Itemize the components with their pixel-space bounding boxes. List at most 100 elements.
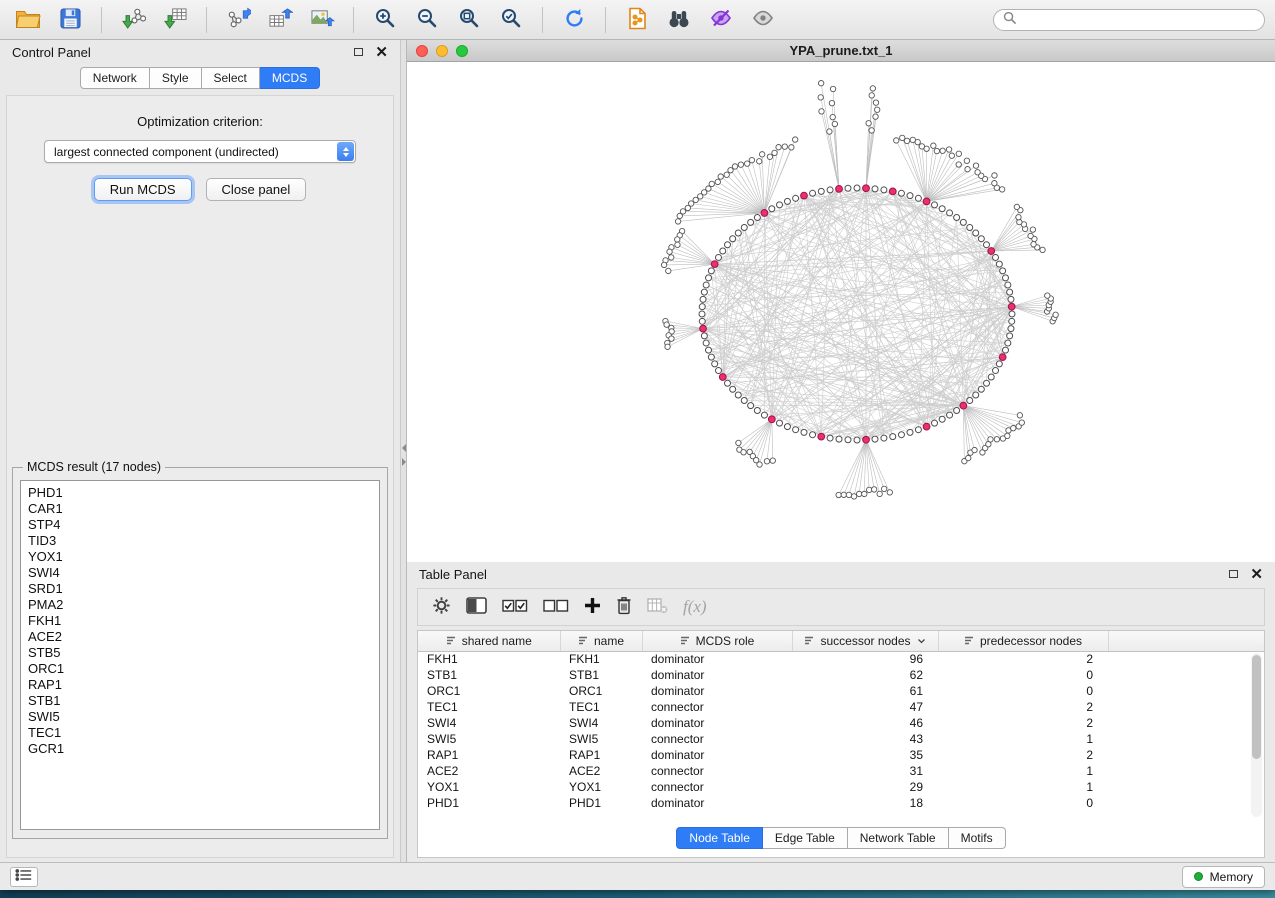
cell-predecessor-nodes[interactable]: 2 — [938, 699, 1108, 715]
export-network-button[interactable] — [220, 4, 256, 36]
export-image-button[interactable] — [304, 4, 340, 36]
cell-predecessor-nodes[interactable]: 2 — [938, 651, 1108, 667]
export-table-button[interactable] — [262, 4, 298, 36]
zoom-selected-button[interactable] — [493, 4, 529, 36]
tab-network[interactable]: Network — [80, 67, 150, 89]
mcds-result-item[interactable]: SRD1 — [28, 581, 372, 597]
select-all-columns-button[interactable] — [502, 593, 528, 621]
table-row[interactable]: ACE2ACE2connector311 — [418, 763, 1264, 779]
panel-splitter[interactable] — [400, 40, 407, 862]
cell-name[interactable]: YOX1 — [560, 779, 642, 795]
tab-motifs[interactable]: Motifs — [949, 827, 1006, 849]
cell-name[interactable]: ACE2 — [560, 763, 642, 779]
float-table-panel-icon[interactable] — [1229, 570, 1238, 578]
close-window-button[interactable] — [416, 45, 428, 57]
cell-successor-nodes[interactable]: 47 — [792, 699, 938, 715]
cell-successor-nodes[interactable]: 43 — [792, 731, 938, 747]
criterion-select[interactable]: largest connected component (undirected) — [44, 140, 356, 163]
cell-shared-name[interactable]: PHD1 — [418, 795, 560, 811]
cell-successor-nodes[interactable]: 96 — [792, 651, 938, 667]
cell-shared-name[interactable]: SWI5 — [418, 731, 560, 747]
cell-predecessor-nodes[interactable]: 1 — [938, 731, 1108, 747]
cell-name[interactable]: PHD1 — [560, 795, 642, 811]
mcds-result-item[interactable]: PHD1 — [28, 485, 372, 501]
cell-predecessor-nodes[interactable]: 0 — [938, 667, 1108, 683]
cell-shared-name[interactable]: YOX1 — [418, 779, 560, 795]
eye-button[interactable] — [745, 4, 781, 36]
cell-mcds-role[interactable]: connector — [642, 699, 792, 715]
zoom-out-button[interactable] — [409, 4, 445, 36]
eye-slash-button[interactable] — [703, 4, 739, 36]
mcds-result-item[interactable]: ACE2 — [28, 629, 372, 645]
table-row[interactable]: STB1STB1dominator620 — [418, 667, 1264, 683]
cell-shared-name[interactable]: RAP1 — [418, 747, 560, 763]
mcds-result-item[interactable]: ORC1 — [28, 661, 372, 677]
cell-predecessor-nodes[interactable]: 0 — [938, 683, 1108, 699]
mcds-result-item[interactable]: FKH1 — [28, 613, 372, 629]
cell-name[interactable]: TEC1 — [560, 699, 642, 715]
cell-successor-nodes[interactable]: 29 — [792, 779, 938, 795]
tab-select[interactable]: Select — [202, 67, 260, 89]
delete-column-button[interactable] — [616, 593, 632, 621]
refresh-button[interactable] — [556, 4, 592, 36]
table-row[interactable]: ORC1ORC1dominator610 — [418, 683, 1264, 699]
tab-node-table[interactable]: Node Table — [676, 827, 763, 849]
tab-mcds[interactable]: MCDS — [260, 67, 320, 89]
cell-name[interactable]: STB1 — [560, 667, 642, 683]
table-row[interactable]: SWI5SWI5connector431 — [418, 731, 1264, 747]
maximize-window-button[interactable] — [456, 45, 468, 57]
import-table-button[interactable] — [157, 4, 193, 36]
cell-mcds-role[interactable]: connector — [642, 763, 792, 779]
cell-mcds-role[interactable]: dominator — [642, 651, 792, 667]
table-scrollbar[interactable] — [1251, 653, 1262, 817]
cell-successor-nodes[interactable]: 62 — [792, 667, 938, 683]
close-panel-icon[interactable]: ✕ — [375, 45, 388, 60]
column-header-predecessor-nodes[interactable]: predecessor nodes — [938, 631, 1108, 651]
cell-shared-name[interactable]: STB1 — [418, 667, 560, 683]
mcds-result-item[interactable]: TID3 — [28, 533, 372, 549]
table-row[interactable]: PHD1PHD1dominator180 — [418, 795, 1264, 811]
tab-edge-table[interactable]: Edge Table — [763, 827, 848, 849]
cell-predecessor-nodes[interactable]: 2 — [938, 715, 1108, 731]
mcds-result-item[interactable]: PMA2 — [28, 597, 372, 613]
cell-name[interactable]: SWI4 — [560, 715, 642, 731]
mcds-result-item[interactable]: RAP1 — [28, 677, 372, 693]
mcds-result-item[interactable]: TEC1 — [28, 725, 372, 741]
column-header-shared-name[interactable]: shared name — [418, 631, 560, 651]
open-button[interactable] — [10, 4, 46, 36]
unselect-all-columns-button[interactable] — [543, 593, 569, 621]
cell-mcds-role[interactable]: connector — [642, 779, 792, 795]
mcds-result-item[interactable]: STB5 — [28, 645, 372, 661]
column-header-successor-nodes[interactable]: successor nodes — [792, 631, 938, 651]
mcds-result-item[interactable]: SWI5 — [28, 709, 372, 725]
cell-mcds-role[interactable]: dominator — [642, 715, 792, 731]
column-browser-button[interactable] — [466, 593, 487, 621]
cell-name[interactable]: ORC1 — [560, 683, 642, 699]
column-header-MCDS-role[interactable]: MCDS role — [642, 631, 792, 651]
table-settings-button[interactable] — [432, 593, 451, 621]
cell-shared-name[interactable]: SWI4 — [418, 715, 560, 731]
cell-shared-name[interactable]: ACE2 — [418, 763, 560, 779]
cell-successor-nodes[interactable]: 31 — [792, 763, 938, 779]
cell-predecessor-nodes[interactable]: 1 — [938, 779, 1108, 795]
cell-predecessor-nodes[interactable]: 0 — [938, 795, 1108, 811]
mcds-result-item[interactable]: STB1 — [28, 693, 372, 709]
table-row[interactable]: FKH1FKH1dominator962 — [418, 651, 1264, 667]
scrollbar-thumb[interactable] — [1252, 655, 1261, 759]
tab-style[interactable]: Style — [150, 67, 202, 89]
cell-mcds-role[interactable]: dominator — [642, 683, 792, 699]
cell-successor-nodes[interactable]: 46 — [792, 715, 938, 731]
cell-predecessor-nodes[interactable]: 2 — [938, 747, 1108, 763]
table-row[interactable]: SWI4SWI4dominator462 — [418, 715, 1264, 731]
document-share-button[interactable] — [619, 4, 655, 36]
mcds-result-item[interactable]: SWI4 — [28, 565, 372, 581]
cell-mcds-role[interactable]: dominator — [642, 747, 792, 763]
mcds-result-item[interactable]: STP4 — [28, 517, 372, 533]
tab-network-table[interactable]: Network Table — [848, 827, 949, 849]
add-column-button[interactable] — [584, 593, 601, 621]
float-panel-icon[interactable] — [354, 48, 363, 56]
network-graph[interactable] — [407, 62, 1275, 562]
search-input[interactable] — [1022, 13, 1255, 27]
memory-button[interactable]: Memory — [1182, 866, 1265, 888]
table-row[interactable]: YOX1YOX1connector291 — [418, 779, 1264, 795]
